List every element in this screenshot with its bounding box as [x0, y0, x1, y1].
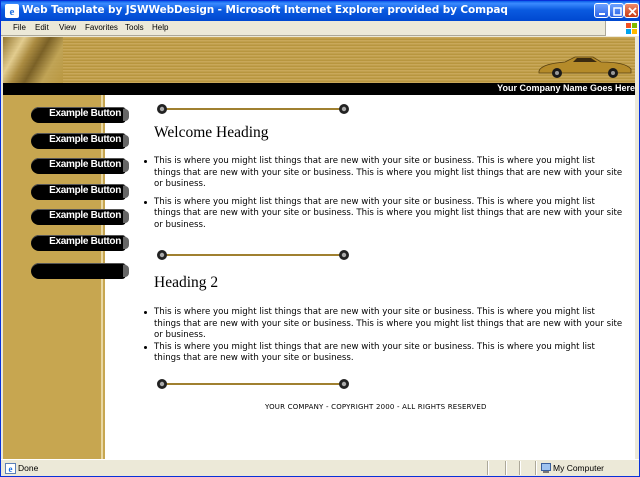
nav-button-5[interactable]: Example Button [31, 209, 129, 225]
status-separator [535, 461, 536, 475]
browser-window: e Web Template by JSWWebDesign - Microso… [0, 0, 640, 477]
status-bar: e Done My Computer [1, 459, 639, 476]
nav-button-label: Example Button [49, 210, 121, 221]
status-text: Done [18, 463, 39, 473]
windows-flag-icon [626, 23, 637, 34]
scrollbar-edge [635, 37, 637, 459]
close-icon [628, 7, 637, 16]
minimize-button[interactable] [594, 3, 609, 18]
title-bar[interactable]: e Web Template by JSWWebDesign - Microso… [1, 1, 639, 21]
page-done-icon: e [5, 463, 16, 474]
status-separator [487, 461, 488, 475]
ie-icon: e [5, 4, 19, 18]
close-button[interactable] [624, 3, 639, 18]
status-separator [505, 461, 506, 475]
nav-button-7[interactable] [31, 263, 129, 279]
nav-button-6[interactable]: Example Button [31, 235, 129, 251]
menu-favorites[interactable]: Favorites [85, 23, 118, 32]
nav-button-3[interactable]: Example Button [31, 158, 129, 174]
my-computer-icon [541, 463, 551, 473]
nav-button-label: Example Button [49, 108, 121, 119]
security-zone: My Computer [553, 463, 605, 473]
welcome-heading: Welcome Heading [154, 124, 269, 141]
menu-file[interactable]: File [13, 23, 26, 32]
nav-button-label: Example Button [49, 134, 121, 145]
nav-button-2[interactable]: Example Button [31, 133, 129, 149]
banner-glint [3, 37, 63, 83]
list-item: This is where you might list things that… [144, 156, 624, 191]
heading-2: Heading 2 [154, 274, 219, 291]
windows-logo [605, 21, 639, 36]
menu-view[interactable]: View [59, 23, 76, 32]
menu-help[interactable]: Help [152, 23, 168, 32]
minimize-icon [599, 13, 605, 15]
page-viewport: Your Company Name Goes Here Example Butt… [3, 37, 637, 459]
menu-bar: File Edit View Favorites Tools Help [1, 21, 639, 36]
list-item: This is where you might list things that… [144, 197, 624, 232]
window-title: Web Template by JSWWebDesign - Microsoft… [22, 4, 508, 16]
company-name: Your Company Name Goes Here [497, 83, 635, 93]
status-separator [519, 461, 520, 475]
ornament-divider-3 [157, 379, 349, 389]
list-item: This is where you might list things that… [144, 342, 624, 365]
copyright-footer: YOUR COMPANY - COPYRIGHT 2000 - ALL RIGH… [265, 403, 487, 411]
header-banner [3, 37, 637, 83]
svg-text:e: e [9, 464, 13, 474]
car-image [538, 56, 632, 78]
nav-button-label: Example Button [49, 185, 121, 196]
nav-button-label: Example Button [49, 159, 121, 170]
menu-tools[interactable]: Tools [125, 23, 144, 32]
list-item: This is where you might list things that… [144, 307, 624, 342]
svg-text:e: e [10, 6, 15, 18]
nav-button-1[interactable]: Example Button [31, 107, 129, 123]
maximize-icon [613, 7, 622, 16]
section1-list: This is where you might list things that… [144, 156, 624, 232]
ornament-divider-1 [157, 104, 349, 114]
company-bar: Your Company Name Goes Here [3, 83, 637, 95]
maximize-button[interactable] [609, 3, 624, 18]
section2-list: This is where you might list things that… [144, 307, 624, 365]
menu-edit[interactable]: Edit [35, 23, 49, 32]
nav-button-4[interactable]: Example Button [31, 184, 129, 200]
nav-button-label: Example Button [49, 236, 121, 247]
ornament-divider-2 [157, 250, 349, 260]
